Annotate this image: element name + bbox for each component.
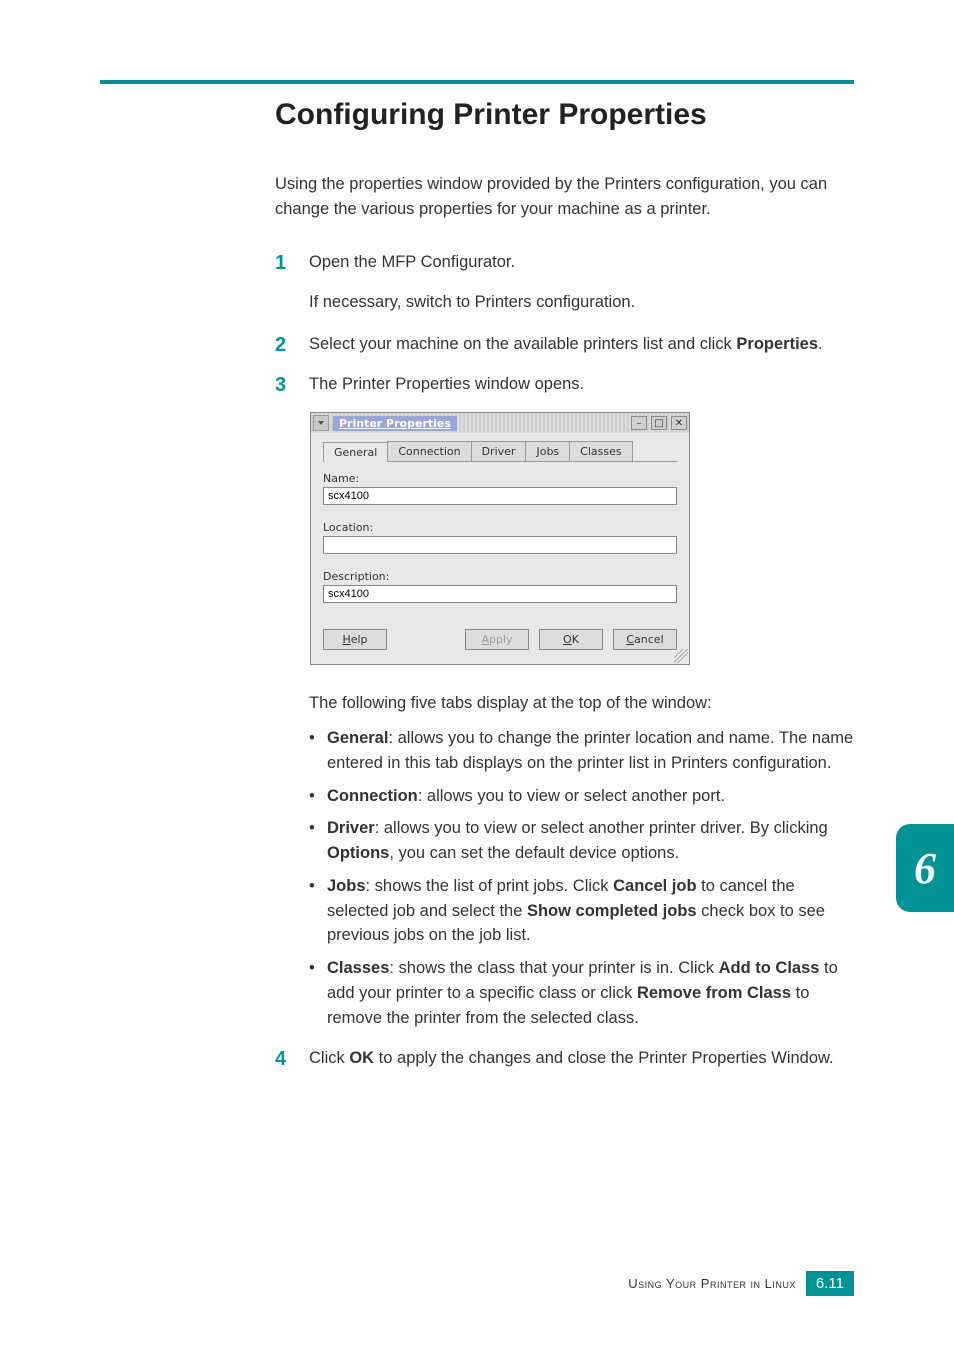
kw: Driver	[327, 819, 375, 837]
bullet-text: General: allows you to change the printe…	[327, 726, 854, 776]
step-4: 4 Click OK to apply the changes and clos…	[275, 1046, 854, 1072]
kw: Classes	[327, 959, 389, 977]
bullet-text: Connection: allows you to view or select…	[327, 784, 854, 809]
kw-ok: OK	[349, 1049, 374, 1067]
location-label: Location:	[323, 521, 677, 534]
text: : shows the class that your printer is i…	[389, 959, 718, 977]
step-text: Click OK to apply the changes and close …	[309, 1046, 854, 1071]
section-heading: Configuring Printer Properties	[275, 98, 854, 132]
tab-connection[interactable]: Connection	[387, 441, 471, 461]
bullet-general: • General: allows you to change the prin…	[309, 726, 854, 776]
help-button[interactable]: Help	[323, 629, 387, 650]
apply-button[interactable]: Apply	[465, 629, 529, 650]
step-3: 3 The Printer Properties window opens.	[275, 372, 854, 398]
tab-classes[interactable]: Classes	[569, 441, 632, 461]
kw-remove-class: Remove from Class	[637, 984, 791, 1002]
bullet-driver: • Driver: allows you to view or select a…	[309, 816, 854, 866]
step-1-sub: If necessary, switch to Printers configu…	[309, 290, 854, 315]
btn-rest: K	[572, 633, 579, 646]
text: : allows you to view or select another p…	[418, 787, 725, 805]
description-label: Description:	[323, 570, 677, 583]
step-number: 4	[275, 1046, 309, 1072]
footer-chapter-title: Using Your Printer in Linux	[628, 1276, 796, 1291]
mnemonic: C	[626, 633, 634, 646]
kw: Connection	[327, 787, 418, 805]
kw: General	[327, 729, 388, 747]
dialog-titlebar: Printer Properties – □ ✕	[311, 413, 689, 433]
step-2: 2 Select your machine on the available p…	[275, 332, 854, 358]
dialog-button-row: Help Apply OK Cancel	[323, 629, 677, 650]
bullet-text: Classes: shows the class that your print…	[327, 956, 854, 1030]
location-field[interactable]	[323, 536, 677, 554]
text: Select your machine on the available pri…	[309, 335, 736, 353]
ok-button[interactable]: OK	[539, 629, 603, 650]
text: Click	[309, 1049, 349, 1067]
mnemonic: A	[481, 633, 489, 646]
mnemonic: H	[342, 633, 350, 646]
text: : allows you to change the printer locat…	[327, 729, 853, 772]
text: to apply the changes and close the Print…	[374, 1049, 834, 1067]
maximize-button[interactable]: □	[651, 416, 667, 430]
tab-general[interactable]: General	[323, 442, 388, 462]
step-number: 3	[275, 372, 309, 398]
dialog-title: Printer Properties	[333, 416, 457, 431]
bullet-jobs: • Jobs: shows the list of print jobs. Cl…	[309, 874, 854, 948]
bullet-text: Driver: allows you to view or select ano…	[327, 816, 854, 866]
text: : shows the list of print jobs. Click	[366, 877, 614, 895]
bullet-icon: •	[309, 874, 327, 948]
step-text: Open the MFP Configurator.	[309, 250, 854, 275]
description-field[interactable]	[323, 585, 677, 603]
step-number: 1	[275, 250, 309, 276]
text: .	[818, 335, 823, 353]
dialog-tabs: General Connection Driver Jobs Classes	[323, 441, 677, 462]
name-field[interactable]	[323, 487, 677, 505]
keyword-properties: Properties	[736, 335, 818, 353]
close-button[interactable]: ✕	[671, 416, 687, 430]
tabs-intro: The following five tabs display at the t…	[309, 691, 854, 716]
bullet-icon: •	[309, 784, 327, 809]
footer-page-number: 6.11	[806, 1271, 854, 1296]
bullet-icon: •	[309, 726, 327, 776]
window-menu-icon[interactable]	[313, 415, 329, 431]
minimize-button[interactable]: –	[631, 416, 647, 430]
step-number: 2	[275, 332, 309, 358]
kw-add-class: Add to Class	[719, 959, 820, 977]
btn-rest: elp	[351, 633, 368, 646]
bullet-text: Jobs: shows the list of print jobs. Clic…	[327, 874, 854, 948]
page-footer: Using Your Printer in Linux 6.11	[628, 1271, 854, 1296]
kw-cancel-job: Cancel job	[613, 877, 696, 895]
step-text: The Printer Properties window opens.	[309, 372, 854, 397]
btn-rest: pply	[489, 633, 513, 646]
resize-handle-icon[interactable]	[674, 649, 688, 663]
bullet-icon: •	[309, 956, 327, 1030]
printer-properties-dialog: Printer Properties – □ ✕ General Connect…	[310, 412, 690, 665]
tab-driver[interactable]: Driver	[471, 441, 527, 461]
text: , you can set the default device options…	[389, 844, 679, 862]
bullet-connection: • Connection: allows you to view or sele…	[309, 784, 854, 809]
section-rule	[100, 80, 854, 84]
tab-jobs[interactable]: Jobs	[525, 441, 570, 461]
intro-paragraph: Using the properties window provided by …	[275, 172, 854, 222]
kw-show-completed: Show completed jobs	[527, 902, 697, 920]
step-text: Select your machine on the available pri…	[309, 332, 854, 357]
bullet-classes: • Classes: shows the class that your pri…	[309, 956, 854, 1030]
bullet-icon: •	[309, 816, 327, 866]
name-label: Name:	[323, 472, 677, 485]
cancel-button[interactable]: Cancel	[613, 629, 677, 650]
dialog-body: General Connection Driver Jobs Classes N…	[311, 433, 689, 664]
mnemonic: O	[563, 633, 572, 646]
step-1: 1 Open the MFP Configurator.	[275, 250, 854, 276]
kw: Jobs	[327, 877, 366, 895]
chapter-tab: 6	[896, 824, 954, 912]
btn-rest: ancel	[634, 633, 664, 646]
text: : allows you to view or select another p…	[375, 819, 828, 837]
kw-options: Options	[327, 844, 389, 862]
